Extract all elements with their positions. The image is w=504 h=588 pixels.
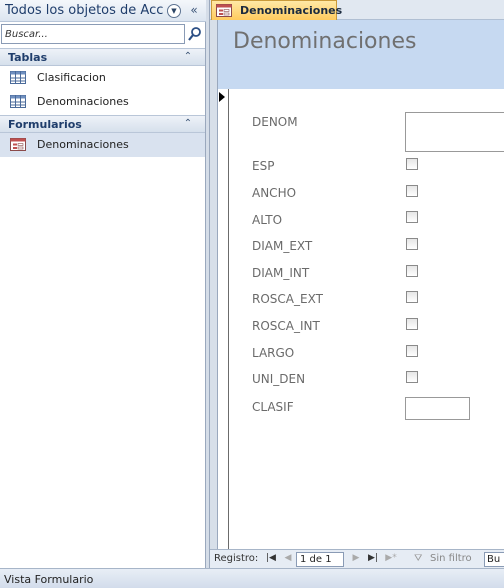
status-bar: Vista Formulario: [0, 568, 504, 588]
field-label-ancho: ANCHO: [252, 186, 297, 200]
field-label-diam-ext: DIAM_EXT: [252, 239, 313, 253]
nav-item-denominaciones-table[interactable]: Denominaciones: [0, 90, 205, 114]
uni-den-checkbox[interactable]: [406, 371, 418, 383]
table-icon: [10, 71, 26, 84]
form-header: Denominaciones: [218, 20, 504, 89]
tab-label: Denominaciones: [240, 4, 343, 17]
nav-item-label: Clasificacion: [37, 71, 106, 84]
rosca-int-checkbox[interactable]: [406, 318, 418, 330]
filter-status-label[interactable]: Sin filtro: [430, 553, 472, 564]
nav-pane-title[interactable]: Todos los objetos de Acc...: [5, 3, 163, 18]
record-selector[interactable]: [218, 89, 229, 549]
rosca-ext-checkbox[interactable]: [406, 291, 418, 303]
esp-checkbox[interactable]: [406, 158, 418, 170]
status-text: Vista Formulario: [4, 573, 94, 586]
record-label: Registro:: [214, 553, 259, 564]
new-record-button[interactable]: ▶*: [385, 553, 397, 563]
form-icon: [10, 138, 26, 151]
field-label-rosca-ext: ROSCA_EXT: [252, 292, 323, 306]
group-header-formularios[interactable]: Formularios ⌃: [0, 115, 205, 133]
next-record-button[interactable]: ▶: [350, 553, 362, 563]
field-label-largo: LARGO: [252, 346, 295, 360]
filter-icon[interactable]: ⛛: [414, 553, 422, 564]
ancho-checkbox[interactable]: [406, 185, 418, 197]
group-header-tablas[interactable]: Tablas ⌃: [0, 48, 205, 66]
document-area: Denominaciones Denominaciones DENOM ESP …: [210, 0, 504, 568]
previous-record-button[interactable]: ◀: [282, 553, 294, 563]
record-navigation-bar: Registro: |◀ ◀ 1 de 1 ▶ ▶| ▶* ⛛ Sin filt…: [210, 549, 504, 568]
nav-item-label: Denominaciones: [37, 95, 129, 108]
largo-checkbox[interactable]: [406, 345, 418, 357]
record-search-input[interactable]: Bu: [484, 552, 504, 567]
document-tab-strip: Denominaciones: [210, 0, 504, 21]
nav-item-label: Denominaciones: [37, 138, 129, 151]
search-icon[interactable]: [187, 26, 203, 42]
denom-input[interactable]: [405, 112, 504, 152]
field-label-uni-den: UNI_DEN: [252, 372, 306, 386]
field-label-diam-int: DIAM_INT: [252, 266, 310, 280]
search-input[interactable]: [2, 25, 184, 43]
nav-item-denominaciones-form[interactable]: Denominaciones: [0, 133, 205, 157]
field-label-rosca-int: ROSCA_INT: [252, 319, 320, 333]
chevron-down-icon[interactable]: ▼: [167, 4, 181, 18]
chevron-up-icon[interactable]: ⌃: [181, 116, 195, 132]
group-label: Formularios: [8, 118, 82, 131]
table-icon: [10, 95, 26, 108]
collapse-pane-icon[interactable]: «: [187, 2, 201, 18]
first-record-button[interactable]: |◀: [265, 553, 277, 563]
current-record-arrow-icon: [219, 92, 225, 102]
field-label-denom: DENOM: [252, 115, 298, 129]
field-label-clasif: CLASIF: [252, 400, 294, 414]
form-title: Denominaciones: [233, 29, 417, 54]
diam-int-checkbox[interactable]: [406, 265, 418, 277]
diam-ext-checkbox[interactable]: [406, 238, 418, 250]
tab-denominaciones[interactable]: Denominaciones: [211, 0, 342, 21]
field-label-alto: ALTO: [252, 213, 283, 227]
last-record-button[interactable]: ▶|: [367, 553, 379, 563]
nav-item-clasificacion-table[interactable]: Clasificacion: [0, 66, 205, 90]
navigation-pane: Todos los objetos de Acc... ▼ « Tablas ⌃…: [0, 0, 206, 568]
form-left-border: [210, 20, 218, 549]
clasif-input[interactable]: [405, 397, 470, 420]
search-box[interactable]: [1, 24, 185, 44]
form-icon: [216, 4, 232, 17]
alto-checkbox[interactable]: [406, 211, 418, 223]
chevron-up-icon[interactable]: ⌃: [181, 49, 195, 65]
nav-pane-header[interactable]: Todos los objetos de Acc... ▼ «: [0, 0, 206, 22]
record-position-field[interactable]: 1 de 1: [296, 552, 344, 567]
field-label-esp: ESP: [252, 159, 275, 173]
group-label: Tablas: [8, 51, 48, 64]
